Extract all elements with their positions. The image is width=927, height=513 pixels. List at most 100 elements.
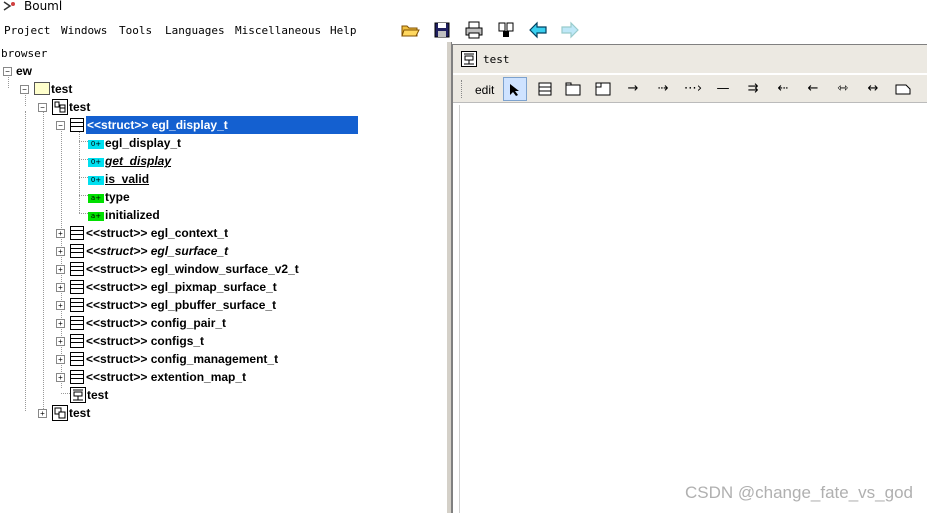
tree-row-root[interactable]: − ew <box>0 62 440 80</box>
struct-icon <box>70 118 84 132</box>
bouml-app-icon <box>3 1 15 11</box>
package-folder-icon <box>34 82 50 95</box>
collapse-toggle[interactable]: − <box>3 67 12 76</box>
expand-toggle[interactable]: + <box>56 373 65 382</box>
bidirectional-arrow-icon[interactable]: ⇿ <box>831 77 855 101</box>
tree-label-struct: <<struct>> configs_t <box>86 334 205 348</box>
class-view-icon <box>52 99 68 115</box>
tree-row-struct[interactable]: + <<struct>> egl_context_t <box>0 224 440 242</box>
select-arrow-icon[interactable] <box>503 77 527 101</box>
back-arrow-icon[interactable] <box>528 20 548 40</box>
bidirectional-filled-arrow-icon[interactable]: ↔ <box>861 77 885 101</box>
line-icon[interactable]: — <box>711 77 735 101</box>
deployment-view-icon <box>52 405 68 421</box>
tree-label-view: test <box>69 406 91 420</box>
expand-toggle[interactable]: + <box>56 229 65 238</box>
diagram-window: test edit → ⇢ ⋯› — ⇉ ⇠ ← ⇿ ↔ <box>452 44 927 513</box>
realization-arrow-icon[interactable]: ⋯› <box>681 77 705 101</box>
struct-icon <box>70 244 84 258</box>
tree-label-struct: <<struct>> egl_pixmap_surface_t <box>86 280 277 294</box>
expand-toggle[interactable]: + <box>38 409 47 418</box>
tree-row-struct[interactable]: + <<struct>> config_pair_t <box>0 314 440 332</box>
tree-row-member[interactable]: 0+ egl_display_t <box>0 134 440 152</box>
diagram-title: test <box>483 53 510 66</box>
anchor-icon[interactable] <box>891 77 915 101</box>
note-icon[interactable] <box>591 77 615 101</box>
class-diagram-icon <box>70 387 86 403</box>
class-diagram-icon <box>461 51 477 67</box>
expand-toggle[interactable]: + <box>56 283 65 292</box>
tree-row-struct[interactable]: + <<struct>> config_management_t <box>0 350 440 368</box>
dependency-arrow-icon[interactable]: ⇢ <box>651 77 675 101</box>
tree-row-class-view[interactable]: − test <box>0 98 440 116</box>
association-arrow-icon[interactable]: → <box>621 77 645 101</box>
class-icon[interactable] <box>533 77 557 101</box>
edit-button[interactable]: edit <box>475 83 494 97</box>
tree-label-package: test <box>51 82 73 96</box>
tree-row-member[interactable]: 0+ get_display <box>0 152 440 170</box>
struct-icon <box>70 226 84 240</box>
struct-icon <box>70 262 84 276</box>
tree-label-member: type <box>105 190 130 204</box>
expand-toggle[interactable]: + <box>56 301 65 310</box>
tree-row-member[interactable]: 0+ is_valid <box>0 170 440 188</box>
tree-row-struct[interactable]: + <<struct>> egl_pixmap_surface_t <box>0 278 440 296</box>
tree-row-struct[interactable]: + <<struct>> egl_pbuffer_surface_t <box>0 296 440 314</box>
tree-row-struct[interactable]: + <<struct>> egl_window_surface_v2_t <box>0 260 440 278</box>
tree-row-struct[interactable]: + <<struct>> configs_t <box>0 332 440 350</box>
attribute-icon: a+ <box>88 212 104 221</box>
collapse-toggle[interactable]: − <box>38 103 47 112</box>
left-filled-arrow-icon[interactable]: ← <box>801 77 825 101</box>
attribute-icon: a+ <box>88 194 104 203</box>
package-icon[interactable] <box>561 77 585 101</box>
print-icon[interactable] <box>464 20 484 40</box>
tree-row-struct[interactable]: + <<struct>> egl_surface_t <box>0 242 440 260</box>
search-icon[interactable] <box>496 20 516 40</box>
menu-project[interactable]: Project <box>4 24 50 37</box>
forward-arrow-icon[interactable] <box>560 20 580 40</box>
tree-row-member[interactable]: a+ initialized <box>0 206 440 224</box>
diagram-canvas[interactable] <box>459 105 927 513</box>
open-folder-icon[interactable] <box>400 20 420 40</box>
tree-label-struct: <<struct>> egl_context_t <box>86 226 229 240</box>
tree-label-member: initialized <box>105 208 160 222</box>
expand-toggle[interactable]: + <box>56 319 65 328</box>
menu-miscellaneous[interactable]: Miscellaneous <box>235 24 321 37</box>
watermark: CSDN @change_fate_vs_god <box>684 483 913 502</box>
browser-tree: − ew − test − test − <<struct>> egl_disp… <box>0 62 446 513</box>
tree-row-diagram[interactable]: test <box>0 386 440 404</box>
operation-icon: 0+ <box>88 140 104 149</box>
collapse-toggle[interactable]: − <box>20 85 29 94</box>
tree-row-struct[interactable]: + <<struct>> extention_map_t <box>0 368 440 386</box>
menu-languages[interactable]: Languages <box>165 24 225 37</box>
menu-help[interactable]: Help <box>330 24 357 37</box>
expand-toggle[interactable]: + <box>56 355 65 364</box>
tree-label-struct: <<struct>> egl_surface_t <box>86 244 229 258</box>
tree-label-member: get_display <box>105 154 172 168</box>
diagram-toolbar: edit → ⇢ ⋯› — ⇉ ⇠ ← ⇿ ↔ <box>453 75 927 103</box>
menu-windows[interactable]: Windows <box>61 24 107 37</box>
tree-row-member[interactable]: a+ type <box>0 188 440 206</box>
struct-icon <box>70 352 84 366</box>
save-icon[interactable] <box>432 20 452 40</box>
struct-icon <box>70 280 84 294</box>
tree-label-diagram: test <box>87 388 109 402</box>
tree-label-struct: <<struct>> config_management_t <box>86 352 279 366</box>
left-arrow-icon[interactable]: ⇠ <box>771 77 795 101</box>
collapse-toggle[interactable]: − <box>56 121 65 130</box>
expand-toggle[interactable]: + <box>56 337 65 346</box>
expand-toggle[interactable]: + <box>56 247 65 256</box>
tree-label-member: egl_display_t <box>105 136 182 150</box>
tree-row-view[interactable]: + test <box>0 404 440 422</box>
browser-label: browser <box>1 47 48 60</box>
tree-row-package[interactable]: − test <box>0 80 440 98</box>
inheritance-arrow-icon[interactable]: ⇉ <box>741 77 765 101</box>
menu-tools[interactable]: Tools <box>119 24 152 37</box>
tree-label-struct: <<struct>> egl_pbuffer_surface_t <box>86 298 277 312</box>
tree-label-class-view: test <box>69 100 91 114</box>
struct-icon <box>70 334 84 348</box>
tree-row-selected-struct[interactable]: − <<struct>> egl_display_t <box>0 116 440 134</box>
expand-toggle[interactable]: + <box>56 265 65 274</box>
tree-label-member: is_valid <box>105 172 150 186</box>
tree-label-struct: <<struct>> config_pair_t <box>86 316 227 330</box>
